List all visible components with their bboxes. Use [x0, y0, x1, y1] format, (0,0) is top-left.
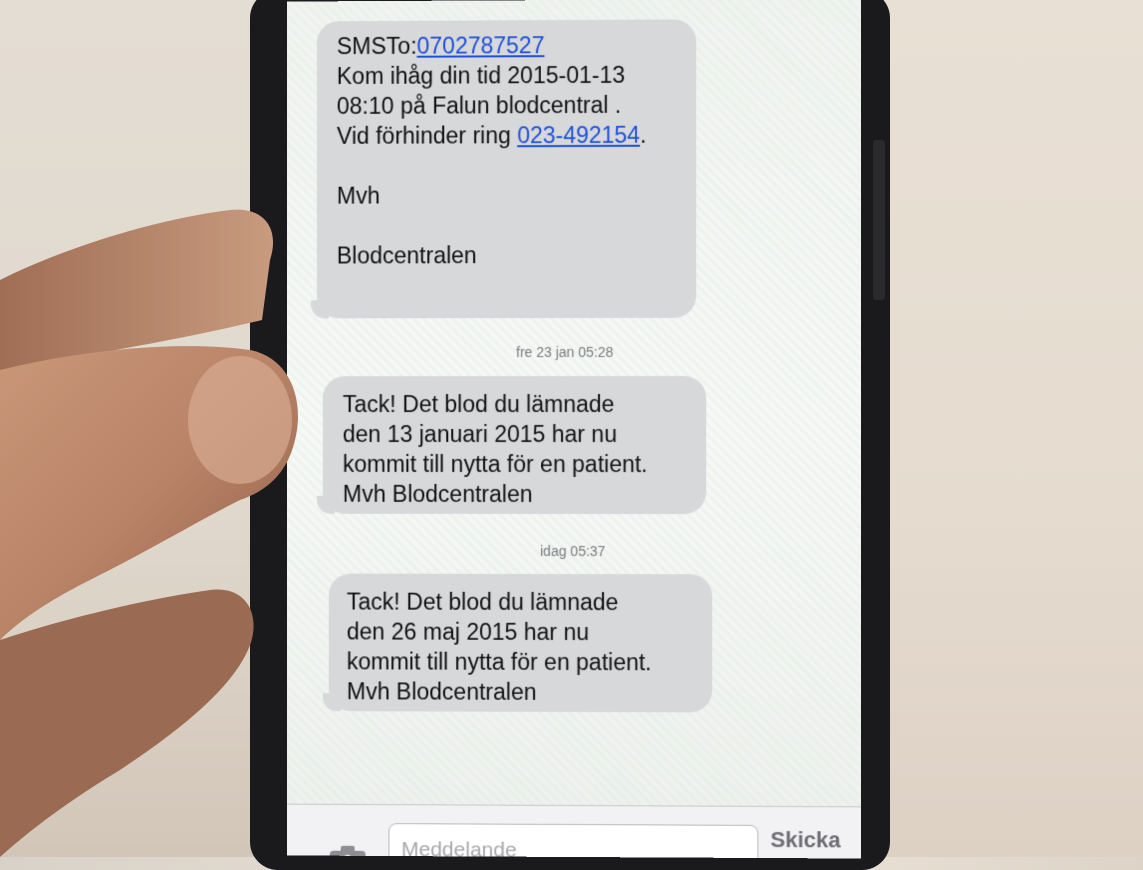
message-3-line: Mvh Blodcentralen — [346, 678, 537, 705]
phone-number-link[interactable]: 0702787527 — [417, 32, 545, 59]
message-bubble-1: SMSTo:0702787527 Kom ihåg din tid 2015-0… — [316, 19, 697, 319]
send-button[interactable]: Skicka — [770, 827, 840, 853]
message-timestamp: fre 23 jan 05:28 — [516, 343, 614, 361]
message-input[interactable] — [388, 823, 759, 859]
message-1-line-4: Vid förhinder ring 023-492154. — [336, 121, 647, 149]
callback-number-link[interactable]: 023-492154 — [517, 122, 640, 148]
message-1-line-3: 08:10 på Falun blodcentral . — [336, 91, 622, 119]
message-3-line: den 26 maj 2015 har nu — [346, 618, 589, 646]
phone-side-button — [873, 140, 885, 300]
compose-bar: Skicka — [287, 803, 861, 859]
message-bubble-3: Tack! Det blod du lämnade den 26 maj 201… — [328, 573, 713, 713]
message-timestamp: idag 05:37 — [540, 542, 606, 560]
message-1-spacer — [337, 150, 676, 181]
message-3-line: kommit till nytta för en patient. — [346, 648, 652, 676]
bubble-tail — [322, 693, 341, 712]
message-1-line-6: Mvh — [336, 182, 380, 209]
message-2-line: kommit till nytta för en patient. — [342, 450, 648, 478]
message-1-spacer — [337, 210, 676, 241]
message-1-line-1: SMSTo:0702787527 — [336, 32, 545, 60]
message-bubble-2: Tack! Det blod du lämnade den 13 januari… — [322, 375, 707, 515]
hand — [0, 209, 298, 857]
messages-screen: SMSTo:0702787527 Kom ihåg din tid 2015-0… — [287, 0, 861, 859]
message-3-line: Tack! Det blod du lämnade — [346, 588, 619, 616]
background-wall-right — [880, 0, 1143, 857]
message-1-line-2: Kom ihåg din tid 2015-01-13 — [336, 61, 626, 90]
message-2-line: Tack! Det blod du lämnade — [342, 390, 615, 418]
message-2-line: den 13 januari 2015 har nu — [342, 420, 617, 448]
message-2-line: Mvh Blodcentralen — [342, 480, 533, 507]
message-1-line-8: Blodcentralen — [336, 242, 477, 269]
